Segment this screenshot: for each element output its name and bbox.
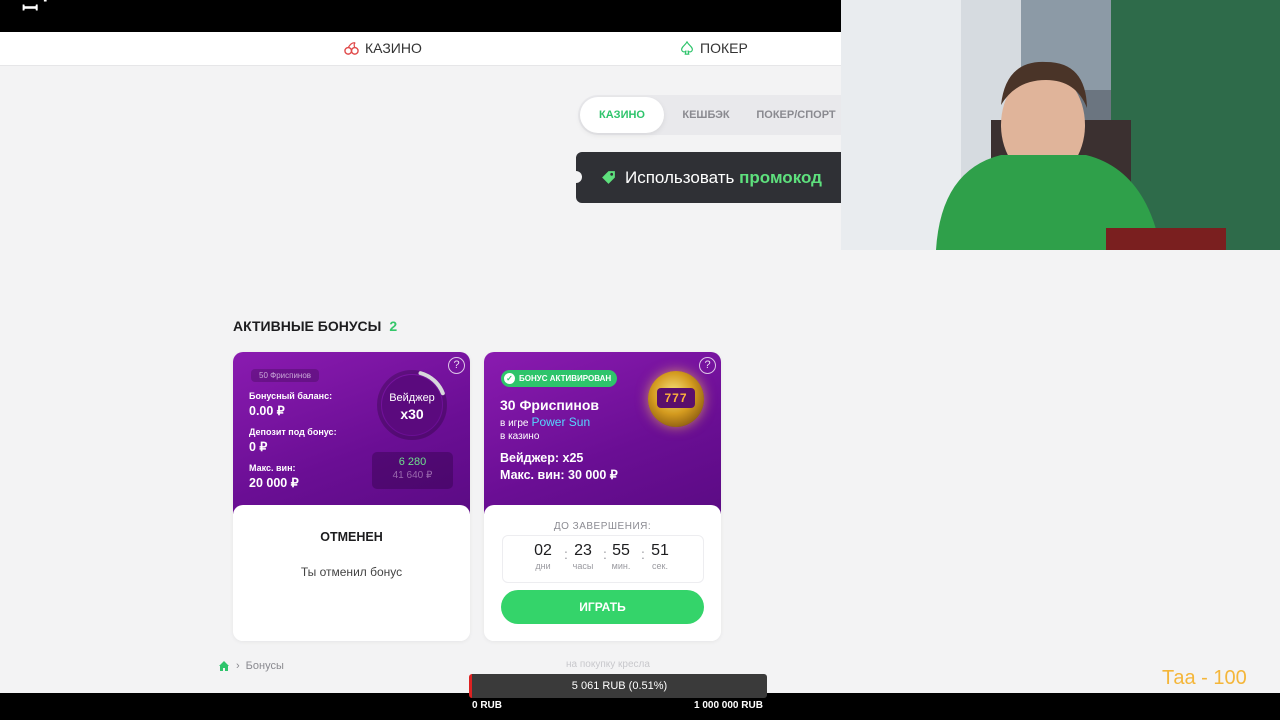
wager-progress-total: 41 640 ₽ <box>392 470 433 481</box>
play-button[interactable]: ИГРАТЬ <box>501 590 704 624</box>
bonus-balance-label: Бонусный баланс: <box>249 391 333 401</box>
countdown-timer: 02 дни : 23 часы : 55 мин. : 51 сек. <box>502 535 704 583</box>
bonus-card-active: ? ✓ БОНУС АКТИВИРОВАН 30 Фриспинов в игр… <box>484 352 721 641</box>
timer-hours-unit: часы <box>572 561 594 571</box>
wager-progress-box: 6 280 41 640 ₽ <box>372 452 453 489</box>
bonus-balance-value: 0.00 ₽ <box>249 404 285 418</box>
slot-machine-icon: 777 <box>648 371 704 427</box>
freespins-title: 30 Фриспинов <box>500 397 600 413</box>
until-label: ДО ЗАВЕРШЕНИЯ: <box>553 521 652 532</box>
game-name-link[interactable]: Power Sun <box>531 415 590 429</box>
timer-minutes-value: 55 <box>612 542 630 559</box>
promo-accent: промокод <box>739 167 822 187</box>
timer-hours-value: 23 <box>574 542 592 559</box>
wager-value: x30 <box>400 406 424 422</box>
timer-seconds-unit: сек. <box>652 561 668 571</box>
wager-ring-inner <box>382 375 442 435</box>
wager-progress-current: 6 280 <box>398 456 427 468</box>
deposit-value: 0 ₽ <box>249 440 268 454</box>
nav-casino[interactable]: КАЗИНО <box>344 40 422 56</box>
nav-poker[interactable]: ПОКЕР <box>680 40 748 56</box>
nav-casino-label: КАЗИНО <box>365 40 422 56</box>
webcam-scene <box>841 0 1280 250</box>
donation-goal-caption: на покупку кресла <box>566 659 650 670</box>
bonus-card-cancelled: ? 50 Фриспинов Бонусный баланс: 0.00 ₽ Д… <box>233 352 470 641</box>
game-line: в игре Power Sun <box>500 415 590 429</box>
spade-icon <box>681 41 693 55</box>
section-nav: КАЗИНО ПОКЕР <box>0 32 842 66</box>
status-text: Ты отменил бонус <box>300 565 403 579</box>
activated-badge: ✓ БОНУС АКТИВИРОВАН <box>501 370 618 387</box>
tab-casino[interactable]: КАЗИНО <box>580 97 664 133</box>
card-header: ? 50 Фриспинов Бонусный баланс: 0.00 ₽ Д… <box>233 352 470 514</box>
tab-cashback[interactable]: КЕШБЭК <box>670 95 742 135</box>
card-header: ? ✓ БОНУС АКТИВИРОВАН 30 Фриспинов в игр… <box>484 352 721 514</box>
bonus-tabs: КАЗИНО КЕШБЭК ПОКЕР/СПОРТ <box>578 95 842 135</box>
activated-badge-label: БОНУС АКТИВИРОВАН <box>519 374 612 383</box>
donation-progress-bar: 5 061 RUB (0.51%) <box>469 674 767 698</box>
check-icon: ✓ <box>504 373 515 384</box>
wager-text: Вейджер: x25 <box>500 451 584 465</box>
timer-minutes: 55 мин. <box>603 542 639 571</box>
breadcrumb-current: Бонусы <box>245 660 284 672</box>
game-prefix: в игре <box>500 418 529 429</box>
section-title-text: АКТИВНЫЕ БОНУСЫ <box>233 318 382 334</box>
timer-minutes-unit: мин. <box>611 561 631 571</box>
card-body: ОТМЕНЕН Ты отменил бонус <box>233 505 470 641</box>
timer-days-unit: дни <box>535 561 551 571</box>
maxwin-label: Макс. вин: <box>249 463 296 473</box>
wager-progress-ring: Вейджер x30 <box>375 368 449 442</box>
status-title: ОТМЕНЕН <box>320 530 383 544</box>
webcam-overlay <box>841 0 1280 250</box>
timer-hours: 23 часы <box>565 542 601 571</box>
help-icon[interactable]: ? <box>448 357 465 374</box>
ticket-notch <box>570 171 582 183</box>
cherry-icon <box>344 41 359 55</box>
timer-seconds-value: 51 <box>651 542 669 559</box>
logo-fragment: ꟷ˙ <box>22 0 53 20</box>
tab-poker-sport[interactable]: ПОКЕР/СПОРТ <box>750 95 842 135</box>
timer-seconds: 51 сек. <box>642 542 678 571</box>
freespins-chip: 50 Фриспинов <box>251 369 320 382</box>
promo-code-button[interactable]: Использовать промокод <box>570 152 842 203</box>
bonus-count: 2 <box>389 318 398 334</box>
maxwin-value: 20 000 ₽ <box>249 476 299 490</box>
timer-days: 02 дни <box>525 542 561 571</box>
help-icon[interactable]: ? <box>699 357 716 374</box>
deposit-label: Депозит под бонус: <box>249 427 337 437</box>
stream-overlay-text: Таа - 100 <box>1162 667 1247 689</box>
donation-max-label: 1 000 000 RUB <box>694 700 763 711</box>
tag-icon <box>602 171 615 184</box>
breadcrumb: › Бонусы <box>218 660 284 672</box>
timer-days-value: 02 <box>534 542 552 559</box>
breadcrumb-separator: › <box>236 660 240 672</box>
active-bonuses-title: АКТИВНЫЕ БОНУСЫ 2 <box>233 318 397 334</box>
slot-777: 777 <box>657 388 695 408</box>
wager-label: Вейджер <box>389 392 435 404</box>
place-label: в казино <box>500 431 540 442</box>
home-icon[interactable] <box>218 660 230 672</box>
promo-text: Использовать <box>625 167 735 187</box>
donation-min-label: 0 RUB <box>472 700 503 711</box>
nav-poker-label: ПОКЕР <box>700 40 748 56</box>
donation-progress-text: 5 061 RUB (0.51%) <box>571 680 668 692</box>
maxwin-text: Макс. вин: 30 000 ₽ <box>500 468 618 482</box>
